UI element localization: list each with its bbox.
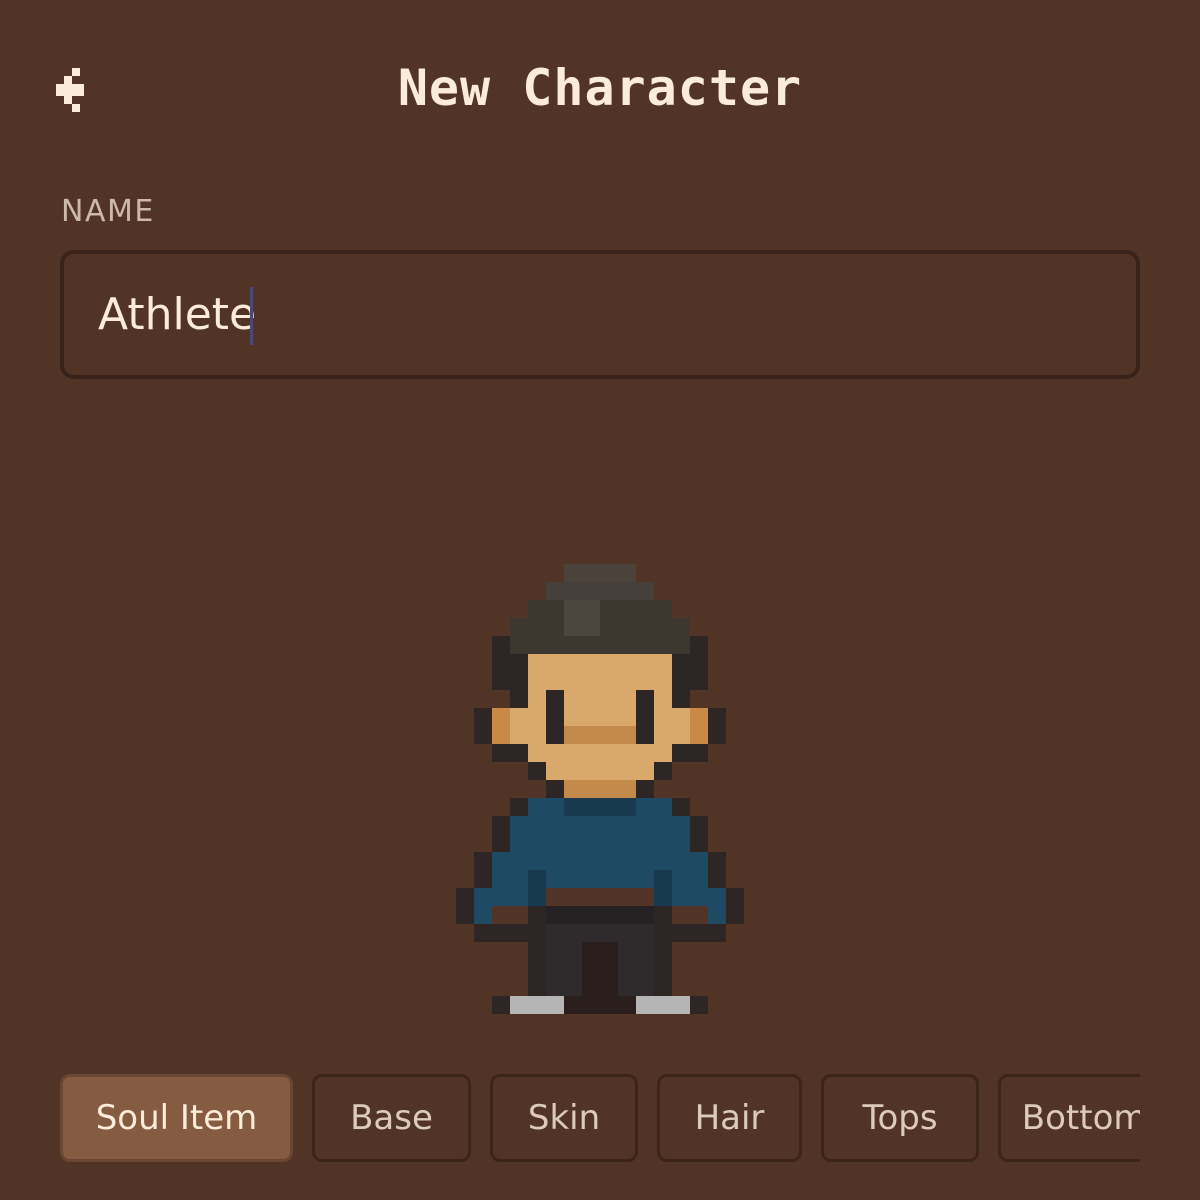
page-title: New Character: [397, 59, 803, 117]
text-caret: [250, 287, 253, 345]
tab-bottoms[interactable]: Bottoms: [998, 1074, 1140, 1162]
tab-soul-item[interactable]: Soul Item: [60, 1074, 293, 1162]
tab-hair[interactable]: Hair: [657, 1074, 802, 1162]
pixel-character-sprite: [456, 564, 744, 1014]
name-label: NAME: [61, 194, 155, 229]
tab-base[interactable]: Base: [312, 1074, 471, 1162]
tab-tops[interactable]: Tops: [821, 1074, 979, 1162]
header-bar: New Character: [0, 0, 1200, 180]
name-input[interactable]: Athlete: [60, 250, 1140, 379]
character-preview: [456, 564, 744, 1014]
tab-skin[interactable]: Skin: [490, 1074, 638, 1162]
category-tabs: Soul Item Base Skin Hair Tops Bottoms: [60, 1072, 1140, 1164]
name-input-value: Athlete: [98, 289, 257, 340]
